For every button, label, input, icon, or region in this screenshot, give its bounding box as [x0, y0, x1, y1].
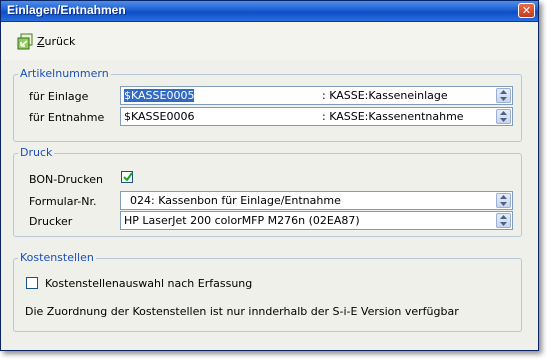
- entnahme-article-desc: : KASSE:Kassenentnahme: [322, 110, 464, 123]
- entnahme-article-value: $KASSE0006: [124, 110, 195, 123]
- einlage-label: für Einlage: [29, 90, 89, 103]
- window-title: Einlagen/Entnahmen: [7, 3, 126, 17]
- back-button-label: Zurück: [37, 34, 76, 48]
- kostenstellenauswahl-label: Kostenstellenauswahl nach Erfassung: [45, 277, 253, 290]
- einlage-spinner[interactable]: [496, 88, 511, 103]
- entnahme-article-field[interactable]: $KASSE0006 : KASSE:Kassenentnahme: [120, 107, 513, 126]
- dialog-window: Einlagen/Entnahmen ✕ Zurück Artikelnumme…: [0, 0, 539, 351]
- drucker-value: HP LaserJet 200 colorMFP M276n (02EA87): [124, 214, 360, 227]
- bon-drucken-checkbox[interactable]: [121, 171, 133, 183]
- back-arrow-icon: [17, 33, 33, 49]
- close-icon: ✕: [521, 4, 532, 17]
- drucker-label: Drucker: [29, 215, 73, 228]
- einlage-article-value: $KASSE0005: [124, 89, 195, 102]
- formular-select[interactable]: 024: Kassenbon für Einlage/Entnahme: [120, 191, 513, 210]
- close-button[interactable]: ✕: [518, 3, 535, 18]
- entnahme-label: für Entnahme: [29, 111, 105, 124]
- updown-arrows-icon: [500, 90, 507, 101]
- back-button[interactable]: Zurück: [17, 31, 75, 51]
- updown-arrows-icon: [500, 195, 507, 206]
- formular-spinner[interactable]: [496, 193, 511, 208]
- formular-label: Formular-Nr.: [29, 195, 97, 208]
- updown-arrows-icon: [500, 215, 507, 226]
- kostenstellenauswahl-checkbox[interactable]: [26, 277, 38, 289]
- formular-value: 024: Kassenbon für Einlage/Entnahme: [130, 194, 341, 207]
- kostenstellen-group: Kostenstellen: [13, 251, 522, 332]
- entnahme-spinner[interactable]: [496, 109, 511, 124]
- einlage-article-desc: : KASSE:Kasseneinlage: [322, 89, 448, 102]
- drucker-select[interactable]: HP LaserJet 200 colorMFP M276n (02EA87): [120, 211, 513, 230]
- title-bar[interactable]: Einlagen/Entnahmen ✕: [1, 1, 538, 22]
- kostenstellen-info-text: Die Zuordnung der Kostenstellen ist nur …: [25, 305, 459, 318]
- toolbar: Zurück: [1, 22, 538, 60]
- drucker-spinner[interactable]: [496, 213, 511, 228]
- bon-drucken-label: BON-Drucken: [29, 173, 103, 186]
- artikelnummern-legend: Artikelnummern: [18, 67, 111, 80]
- updown-arrows-icon: [500, 111, 507, 122]
- einlage-article-field[interactable]: $KASSE0005 : KASSE:Kasseneinlage: [120, 86, 513, 105]
- check-icon: [123, 172, 133, 182]
- kostenstellen-legend: Kostenstellen: [18, 251, 96, 264]
- druck-legend: Druck: [18, 146, 55, 159]
